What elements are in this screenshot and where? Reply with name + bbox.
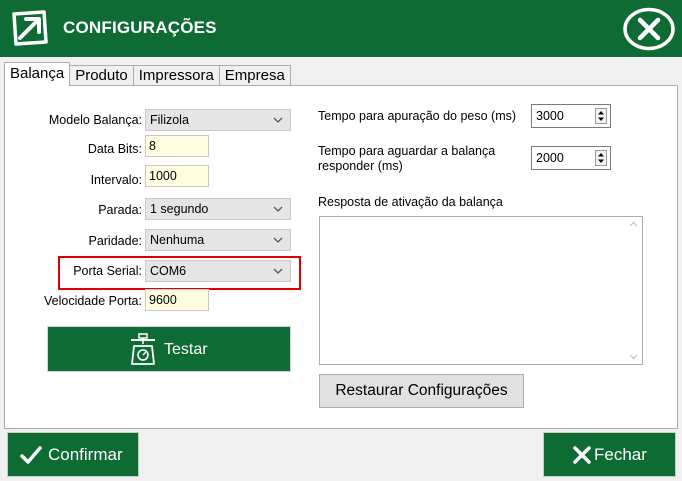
vertical-scrollbar[interactable]: [625, 217, 642, 364]
porta-serial-value: COM6: [150, 264, 187, 278]
tab-strip: Balança Produto Impressora Empresa: [4, 62, 291, 86]
tempo-aguardar-label: Tempo para aguardar a balança responder …: [318, 144, 495, 174]
porta-serial-label: Porta Serial:: [73, 264, 142, 278]
confirmar-button[interactable]: Confirmar: [7, 432, 139, 477]
paridade-label: Paridade:: [88, 234, 142, 248]
tempo-apuracao-spinner[interactable]: 3000: [531, 104, 611, 128]
chevron-down-icon: [273, 237, 283, 243]
velocidade-porta-input[interactable]: 9600: [145, 289, 209, 311]
arrow-box-logo: [12, 10, 48, 46]
data-bits-label: Data Bits:: [87, 142, 142, 156]
tab-balanca[interactable]: Balança: [4, 62, 71, 86]
intervalo-label: Intervalo:: [90, 173, 142, 187]
velocidade-porta-label: Velocidade Porta:: [44, 294, 142, 308]
x-icon: [573, 446, 591, 464]
chevron-down-icon: [273, 206, 283, 212]
testar-label: Testar: [164, 341, 208, 358]
chevron-down-icon: [273, 268, 283, 274]
modelo-balanca-select[interactable]: Filizola: [145, 109, 291, 131]
title-bar: CONFIGURAÇÕES: [0, 0, 682, 57]
scroll-up-icon[interactable]: [629, 221, 638, 227]
parada-label: Parada:: [98, 203, 142, 217]
close-circle-icon[interactable]: [622, 7, 676, 51]
porta-serial-select[interactable]: COM6: [145, 260, 291, 282]
confirmar-label: Confirmar: [48, 445, 123, 464]
parada-value: 1 segundo: [150, 202, 209, 216]
tab-impressora[interactable]: Impressora: [132, 65, 220, 86]
check-icon: [20, 446, 42, 464]
tempo-aguardar-value: 2000: [536, 151, 564, 165]
data-bits-input[interactable]: 8: [145, 135, 209, 157]
spin-arrows-icon[interactable]: [595, 150, 607, 166]
parada-select[interactable]: 1 segundo: [145, 198, 291, 220]
paridade-select[interactable]: Nenhuma: [145, 229, 291, 251]
tempo-aguardar-spinner[interactable]: 2000: [531, 146, 611, 170]
tempo-aguardar-label-line2: responder (ms): [318, 159, 403, 173]
tempo-apuracao-value: 3000: [536, 109, 564, 123]
resposta-textarea[interactable]: [319, 216, 643, 365]
intervalo-input[interactable]: 1000: [145, 165, 209, 187]
paridade-value: Nenhuma: [150, 233, 205, 247]
spin-arrows-icon[interactable]: [595, 108, 607, 124]
scale-icon: [131, 333, 155, 365]
modelo-balanca-value: Filizola: [150, 113, 189, 127]
window-title: CONFIGURAÇÕES: [63, 18, 217, 37]
restaurar-configuracoes-button[interactable]: Restaurar Configurações: [319, 374, 524, 408]
tempo-apuracao-label: Tempo para apuração do peso (ms): [318, 109, 517, 123]
modelo-balanca-label: Modelo Balança:: [48, 113, 142, 127]
testar-button[interactable]: Testar: [47, 326, 291, 372]
chevron-down-icon: [273, 117, 283, 123]
tab-produto[interactable]: Produto: [69, 65, 134, 86]
fechar-label: Fechar: [594, 445, 647, 464]
scroll-down-icon[interactable]: [629, 354, 638, 360]
tempo-aguardar-label-line1: Tempo para aguardar a balança: [318, 144, 496, 158]
fechar-button[interactable]: Fechar: [543, 432, 676, 477]
tab-empresa[interactable]: Empresa: [218, 65, 291, 86]
resposta-label: Resposta de ativação da balança: [318, 195, 503, 209]
